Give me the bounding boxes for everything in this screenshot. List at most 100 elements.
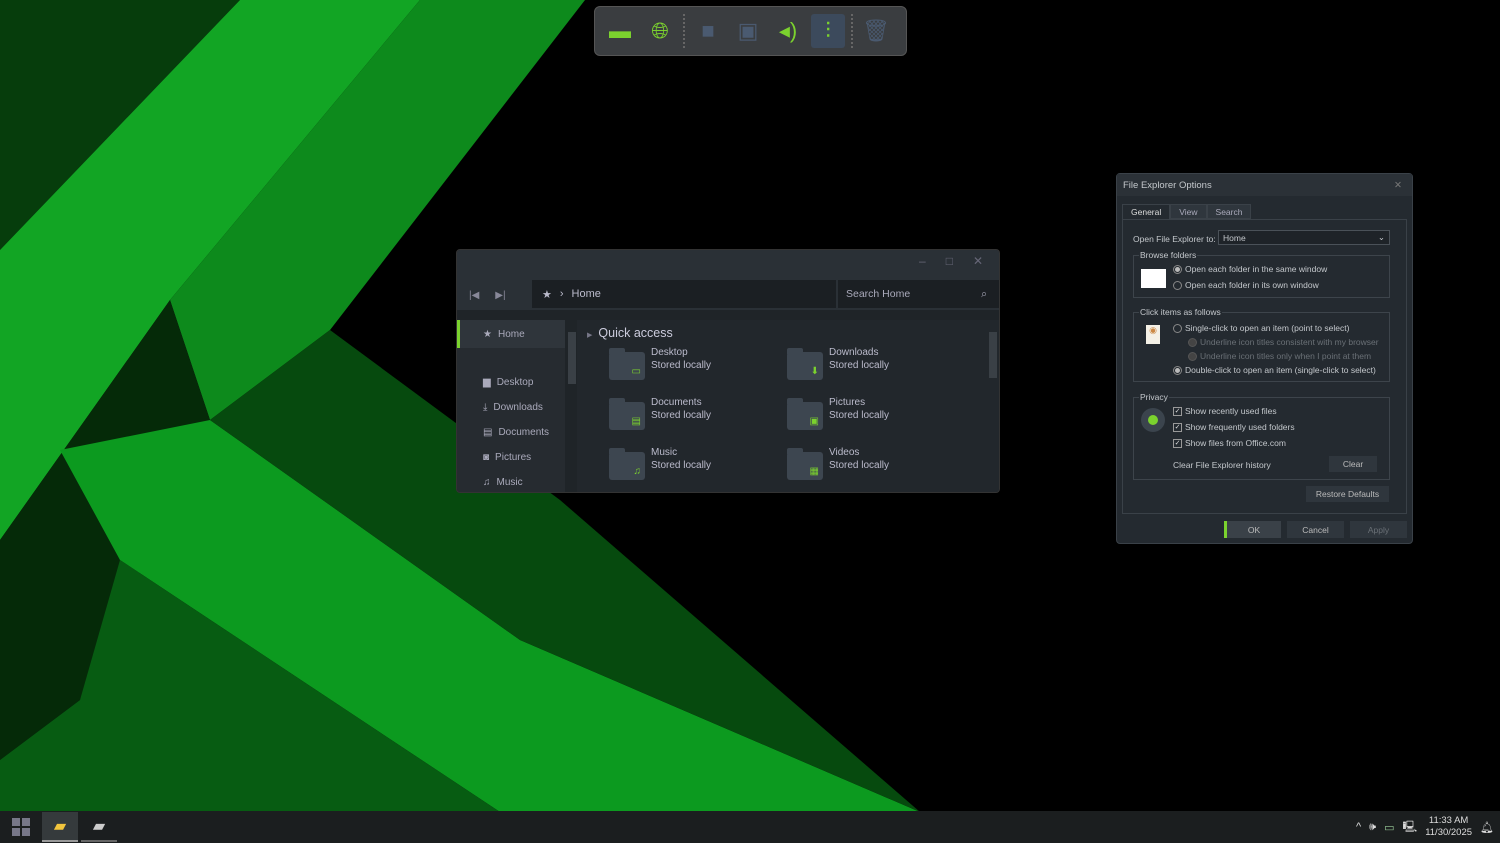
- system-tray: ^ 🕪︎ ▭ 🖳︎ 11:33 AM 11/30/2025 🔔︎: [1356, 811, 1494, 843]
- folder-icon: ♫: [609, 448, 645, 480]
- folder-icon: ▰: [92, 818, 106, 835]
- apply-button[interactable]: Apply: [1350, 521, 1407, 538]
- desktop-folder-icon: ▆: [483, 377, 491, 388]
- sidebar-item-home[interactable]: ★ Home: [457, 320, 565, 348]
- cancel-button[interactable]: Cancel: [1287, 521, 1344, 538]
- click-pointer-icon: ◉: [1146, 325, 1160, 344]
- quick-access-item[interactable]: ▭ Desktop Stored locally: [609, 346, 787, 382]
- quick-access-header[interactable]: ▶ Quick access: [577, 320, 999, 340]
- underline-point-radio: Underline icon titles only when I point …: [1188, 351, 1371, 361]
- open-to-label: Open File Explorer to:: [1133, 234, 1216, 244]
- quick-access-item[interactable]: ▣ Pictures Stored locally: [787, 396, 965, 432]
- general-panel: Open File Explorer to: Home ⌄ Browse fold…: [1122, 219, 1407, 514]
- content-scrollbar[interactable]: [989, 332, 997, 378]
- sidebar-item-desktop[interactable]: ▆ Desktop: [457, 370, 565, 395]
- tab-general[interactable]: General: [1122, 204, 1171, 219]
- folder-icon: ▦: [787, 448, 823, 480]
- maximize-button[interactable]: □: [946, 254, 953, 276]
- notification-bell-icon[interactable]: 🔔︎: [1480, 821, 1494, 834]
- document-icon: ▤: [483, 427, 493, 438]
- folder-preview-icon: [1141, 269, 1166, 288]
- home-folder-icon[interactable]: ■: [691, 14, 725, 48]
- sidebar-scrollbar[interactable]: [568, 332, 576, 384]
- recent-files-checkbox[interactable]: ✓ Show recently used files: [1173, 406, 1277, 416]
- equalizer-icon[interactable]: ⫶: [811, 14, 845, 48]
- trash-icon[interactable]: 🗑︎: [859, 14, 893, 48]
- browse-own-radio[interactable]: Open each folder in its own window: [1173, 280, 1319, 290]
- title-bar: – □ ✕: [457, 250, 999, 280]
- sidebar-item-music[interactable]: ♫ Music: [457, 470, 565, 492]
- taskbar-file-explorer[interactable]: ▰: [81, 812, 117, 842]
- folder-icon: ▣: [787, 398, 823, 430]
- search-icon: ⌕: [981, 287, 987, 300]
- search-input[interactable]: Search Home ⌕: [838, 280, 999, 308]
- tab-search[interactable]: Search: [1206, 204, 1252, 219]
- sidebar-item-pictures[interactable]: ◙ Pictures: [457, 445, 565, 470]
- privacy-gear-icon: [1141, 408, 1165, 432]
- expand-icon: ▶: [587, 332, 593, 339]
- sidebar-item-documents[interactable]: ▤ Documents: [457, 420, 565, 445]
- quick-access-item[interactable]: ♫ Music Stored locally: [609, 446, 787, 482]
- clear-history-label: Clear File Explorer history: [1173, 460, 1271, 470]
- folder-options-icon: ▰: [53, 818, 67, 835]
- group-label: Click items as follows: [1139, 307, 1222, 317]
- start-button[interactable]: [3, 812, 39, 842]
- navigation-pane: ★ Home ▆ Desktop ⤓ Downloads ▤ Documents ◙ Pi…: [457, 320, 565, 492]
- click-items-group: Click items as follows ◉ Single-click to…: [1133, 307, 1390, 382]
- volume-icon[interactable]: 🕪︎: [1369, 821, 1376, 834]
- chevron-down-icon: ⌄: [1377, 232, 1385, 242]
- folder-icon: ⬇: [787, 348, 823, 380]
- dock-separator: [683, 14, 685, 48]
- group-label: Browse folders: [1139, 250, 1198, 260]
- globe-network-icon[interactable]: 🌐︎: [643, 14, 677, 48]
- dock-separator: [851, 14, 853, 48]
- tab-view[interactable]: View: [1170, 204, 1207, 219]
- star-icon: ★: [483, 328, 492, 340]
- battery-download-icon[interactable]: ▭: [1384, 821, 1394, 834]
- taskbar-file-explorer-options[interactable]: ▰: [42, 812, 78, 842]
- group-label: Privacy: [1139, 392, 1169, 402]
- close-button[interactable]: ✕: [973, 254, 983, 276]
- frequent-folders-checkbox[interactable]: ✓ Show frequently used folders: [1173, 422, 1295, 432]
- file-explorer-window: – □ ✕ |◀ ▶| ★ › Home Search Home ⌕ ★ Home ▆ De…: [456, 249, 1000, 493]
- monitor-icon[interactable]: ▬: [603, 14, 637, 48]
- folder-icon: ▭: [609, 348, 645, 380]
- close-button[interactable]: ✕: [1394, 180, 1402, 191]
- open-to-select[interactable]: Home ⌄: [1218, 230, 1390, 245]
- minimize-button[interactable]: –: [919, 254, 926, 276]
- underline-browser-radio: Underline icon titles consistent with my…: [1188, 337, 1379, 347]
- quick-access-item[interactable]: ▦ Videos Stored locally: [787, 446, 965, 482]
- restore-defaults-button[interactable]: Restore Defaults: [1306, 486, 1389, 502]
- chevron-right-icon: ›: [559, 288, 564, 300]
- folder-icon: ▤: [609, 398, 645, 430]
- content-pane: ▶ Quick access ▭ Desktop Stored locally ⬇ Dow…: [577, 320, 999, 492]
- dialog-title: File Explorer Options: [1123, 179, 1212, 191]
- sidebar-item-downloads[interactable]: ⤓ Downloads: [457, 395, 565, 420]
- file-explorer-options-dialog: File Explorer Options ✕ General View Sear…: [1116, 173, 1413, 544]
- chevron-up-icon[interactable]: ^: [1356, 821, 1361, 833]
- windows-drive-icon[interactable]: ▣: [731, 14, 765, 48]
- back-button[interactable]: |◀: [469, 290, 479, 301]
- star-icon: ★: [542, 288, 552, 301]
- privacy-group: Privacy ✓ Show recently used files ✓ Show …: [1133, 392, 1390, 480]
- network-icon[interactable]: 🖳︎: [1403, 818, 1418, 837]
- quick-access-item[interactable]: ▤ Documents Stored locally: [609, 396, 787, 432]
- double-click-radio[interactable]: Double-click to open an item (single-cli…: [1173, 365, 1376, 375]
- single-click-radio[interactable]: Single-click to open an item (point to s…: [1173, 323, 1349, 333]
- clock[interactable]: 11:33 AM 11/30/2025: [1425, 815, 1472, 839]
- music-icon: ♫: [483, 477, 491, 488]
- dock-toolbar: ▬ 🌐︎ ■ ▣ ◂) ⫶ 🗑︎: [594, 6, 907, 56]
- speaker-icon[interactable]: ◂): [771, 14, 805, 48]
- ok-button[interactable]: OK: [1224, 521, 1281, 538]
- office-files-checkbox[interactable]: ✓ Show files from Office.com: [1173, 438, 1286, 448]
- address-bar[interactable]: ★ › Home: [532, 280, 836, 308]
- windows-logo-icon: [12, 818, 30, 836]
- clear-button[interactable]: Clear: [1329, 456, 1377, 472]
- browse-same-radio[interactable]: Open each folder in the same window: [1173, 264, 1327, 274]
- forward-button[interactable]: ▶|: [495, 290, 505, 301]
- browse-folders-group: Browse folders Open each folder in the s…: [1133, 250, 1390, 298]
- taskbar: ▰ ▰ ^ 🕪︎ ▭ 🖳︎ 11:33 AM 11/30/2025 🔔︎: [0, 811, 1500, 843]
- camera-icon: ◙: [483, 452, 490, 463]
- quick-access-item[interactable]: ⬇ Downloads Stored locally: [787, 346, 965, 382]
- download-icon: ⤓: [483, 402, 488, 413]
